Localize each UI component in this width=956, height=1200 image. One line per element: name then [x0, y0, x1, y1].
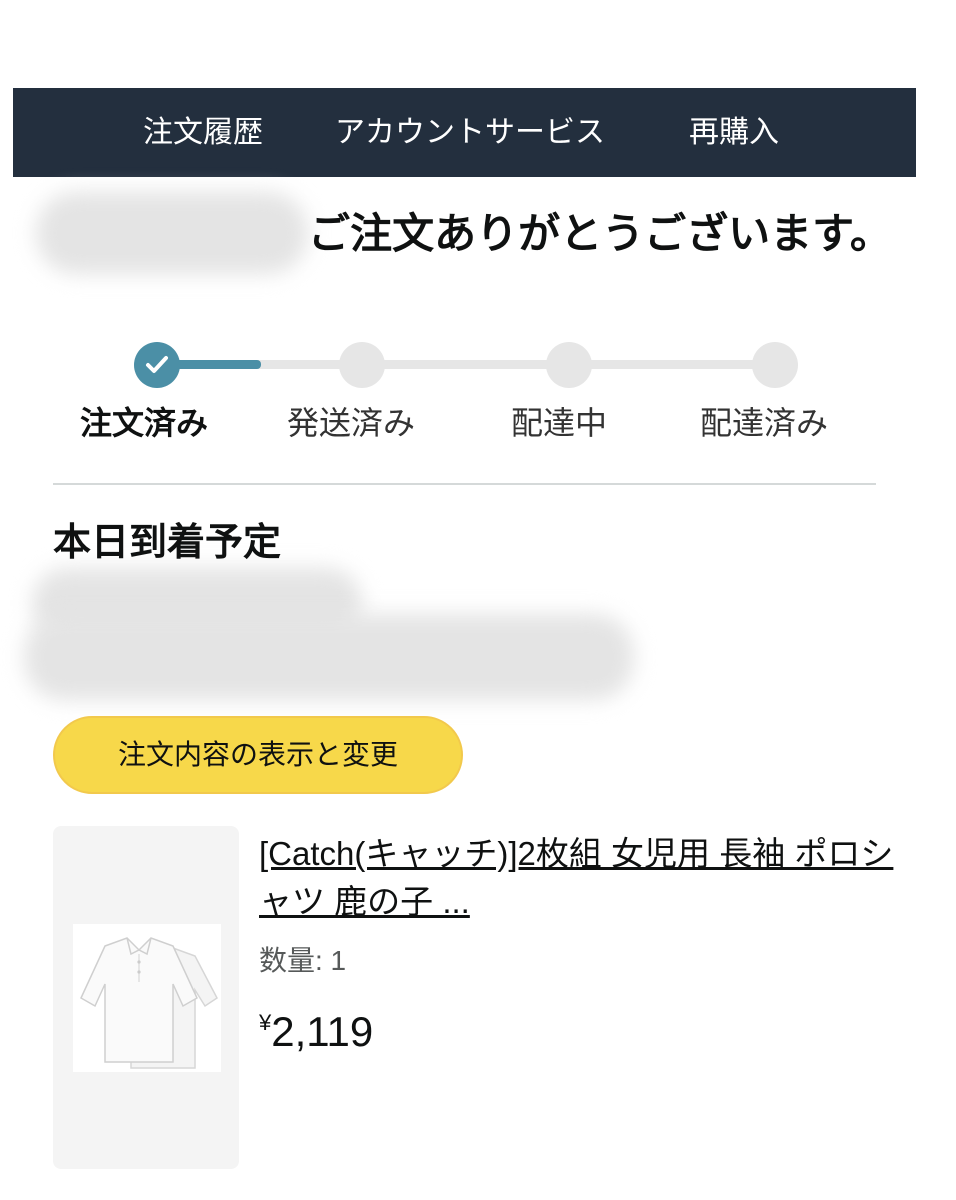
price: ¥2,119 — [259, 1006, 373, 1058]
step-out-for-delivery-dot — [546, 342, 592, 388]
redacted-address-line-2 — [24, 614, 634, 700]
step-ordered-dot — [134, 342, 180, 388]
arrival-heading: 本日到着予定 — [53, 520, 282, 564]
view-edit-order-button[interactable]: 注文内容の表示と変更 — [53, 716, 463, 794]
white-polo-shirt-image — [73, 924, 221, 1072]
quantity-label: 数量: 1 — [259, 945, 347, 976]
nav-account-services[interactable]: アカウントサービス — [335, 114, 605, 152]
nav-order-history[interactable]: 注文履歴 — [143, 114, 263, 152]
divider — [53, 483, 876, 485]
currency-symbol: ¥ — [259, 1010, 272, 1035]
step-delivered-dot — [752, 342, 798, 388]
step-delivered-label: 配達済み — [700, 404, 829, 442]
nav-buy-again[interactable]: 再購入 — [689, 114, 779, 152]
price-amount: 2,119 — [271, 1008, 374, 1055]
checkmark-icon — [146, 356, 168, 373]
product-thumbnail[interactable] — [53, 826, 239, 1169]
product-title-link[interactable]: [Catch(キャッチ)]2枚組 女児用 長袖 ポロシャツ 鹿の子 ... — [259, 830, 899, 926]
step-shipped-dot — [339, 342, 385, 388]
step-ordered-label: 注文済み — [80, 404, 209, 442]
step-out-for-delivery-label: 配達中 — [511, 404, 608, 442]
top-nav-bar: 注文履歴 アカウントサービス 再購入 — [13, 88, 916, 177]
step-shipped-label: 発送済み — [287, 404, 416, 442]
thank-you-message: ご注文ありがとうございます。 — [308, 209, 892, 258]
redacted-name — [36, 192, 308, 274]
